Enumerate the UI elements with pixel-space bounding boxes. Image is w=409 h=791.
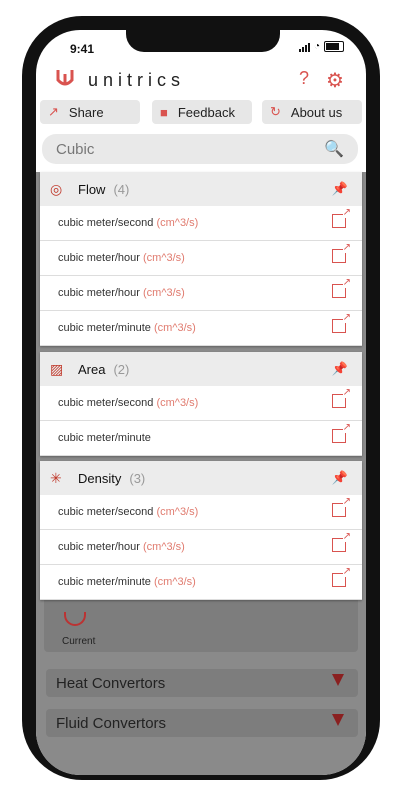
app-header: unitrics ? ⚙ <box>50 66 350 96</box>
result-row[interactable]: cubic meter/second (cm^3/s) <box>40 206 362 241</box>
share-icon: ↗ <box>48 104 59 119</box>
open-external-icon[interactable] <box>332 312 351 333</box>
status-icons: ◔ <box>298 41 344 52</box>
open-external-icon[interactable] <box>332 207 351 228</box>
open-external-icon[interactable] <box>332 531 351 552</box>
result-row[interactable]: cubic meter/minute <box>40 421 362 456</box>
result-row[interactable]: cubic meter/hour (cm^3/s) <box>40 241 362 276</box>
open-external-icon[interactable] <box>332 242 351 263</box>
open-external-icon[interactable] <box>332 496 351 517</box>
open-external-icon[interactable] <box>332 277 351 298</box>
pin-icon[interactable]: 📌 <box>332 181 348 197</box>
panel-title: Area (2) <box>78 362 130 377</box>
panel-title: Density (3) <box>78 471 146 486</box>
open-external-icon[interactable] <box>332 387 351 408</box>
app-brand: unitrics <box>88 70 186 90</box>
panel-count: (3) <box>129 471 146 486</box>
panel-header: ▨ Area (2) 📌 <box>40 352 362 386</box>
result-row[interactable]: cubic meter/hour (cm^3/s) <box>40 530 362 565</box>
result-row[interactable]: cubic meter/minute (cm^3/s) <box>40 565 362 600</box>
notch <box>126 30 280 52</box>
result-panel-flow: ◎ Flow (4) 📌 cubic meter/second (cm^3/s) … <box>40 172 362 346</box>
panel-header: ✳ Density (3) 📌 <box>40 461 362 495</box>
result-row[interactable]: cubic meter/hour (cm^3/s) <box>40 276 362 311</box>
panel-count: (2) <box>113 362 130 377</box>
feedback-icon: ■ <box>160 104 168 120</box>
fluid-convertors-section[interactable]: Fluid Convertors <box>46 709 358 737</box>
help-icon[interactable]: ? <box>299 68 309 89</box>
wifi-icon: ◔ <box>313 41 320 52</box>
logo-icon <box>56 70 74 86</box>
about-label: About us <box>290 104 343 120</box>
panel-header: ◎ Flow (4) 📌 <box>40 172 362 206</box>
heat-convertors-section[interactable]: Heat Convertors <box>46 669 358 697</box>
search-value: Cubic <box>56 141 95 158</box>
open-external-icon[interactable] <box>332 566 351 587</box>
area-icon: ▨ <box>50 361 64 377</box>
result-panel-area: ▨ Area (2) 📌 cubic meter/second (cm^3/s) … <box>40 352 362 456</box>
panel-count: (4) <box>113 182 130 197</box>
fluid-convertors-label: Fluid Convertors <box>56 715 167 732</box>
app-screen: 9:41 ◔ unitrics ? ⚙ ↗ Share ■ Feedback ↻… <box>36 30 366 775</box>
open-external-icon[interactable] <box>332 422 351 443</box>
pin-icon[interactable]: 📌 <box>332 361 348 377</box>
result-row[interactable]: cubic meter/second (cm^3/s) <box>40 495 362 530</box>
feedback-label: Feedback <box>177 104 235 120</box>
status-time: 9:41 <box>70 42 95 56</box>
search-input[interactable]: Cubic 🔍 <box>42 134 358 164</box>
feedback-button[interactable]: ■ Feedback <box>152 100 252 124</box>
about-icon: ↻ <box>270 104 281 119</box>
search-icon[interactable]: 🔍 <box>324 139 344 159</box>
density-icon: ✳ <box>50 470 62 486</box>
toolbar: ↗ Share ■ Feedback ↻ About us <box>40 100 366 124</box>
gear-icon[interactable]: ⚙ <box>326 68 344 93</box>
chevron-down-icon <box>332 674 344 686</box>
result-panel-density: ✳ Density (3) 📌 cubic meter/second (cm^3/… <box>40 461 362 600</box>
share-button[interactable]: ↗ Share <box>40 100 140 124</box>
share-label: Share <box>68 104 104 120</box>
result-row[interactable]: cubic meter/minute (cm^3/s) <box>40 311 362 346</box>
result-row[interactable]: cubic meter/second (cm^3/s) <box>40 386 362 421</box>
flow-icon: ◎ <box>50 181 63 197</box>
current-label: Current <box>62 636 96 647</box>
chevron-down-icon <box>332 714 344 726</box>
about-button[interactable]: ↻ About us <box>262 100 362 124</box>
panel-title: Flow (4) <box>78 182 130 197</box>
battery-icon <box>324 41 344 52</box>
signal-icon <box>298 43 310 52</box>
pin-icon[interactable]: 📌 <box>332 470 348 486</box>
heat-convertors-label: Heat Convertors <box>56 675 166 692</box>
